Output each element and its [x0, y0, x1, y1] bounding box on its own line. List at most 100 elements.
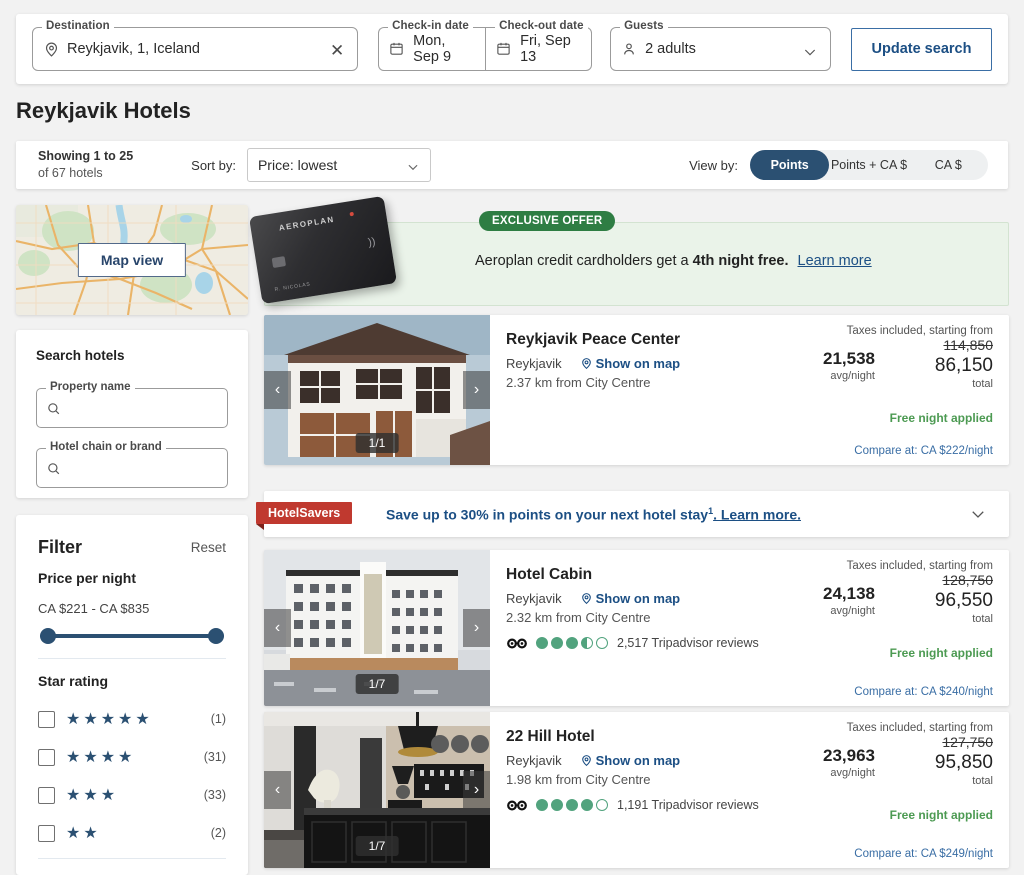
star-filter-checkbox-4[interactable] [38, 749, 55, 766]
contactless-icon: )) [367, 236, 376, 249]
image-counter: 1/7 [356, 674, 399, 694]
star-filter-row-2[interactable]: ★★ (2) [38, 814, 226, 852]
checkout-legend: Check-out date [495, 20, 587, 32]
star-filter-stars-5: ★★★★★ [66, 709, 153, 729]
search-bar: Destination Reykjavik, 1, Iceland ✕ Chec… [16, 14, 1008, 84]
sort-control: Sort by: Price: lowest [191, 148, 431, 182]
price-range-slider[interactable] [40, 628, 224, 644]
filter-header: Filter Reset [38, 537, 226, 558]
property-name-field[interactable]: Property name [36, 388, 228, 428]
rating-circle [581, 799, 593, 811]
location-pin-icon [580, 754, 593, 767]
promo-text-before: Aeroplan credit cardholders get a [475, 253, 693, 269]
view-option-points[interactable]: Points [750, 150, 829, 180]
slider-knob-min[interactable] [40, 628, 56, 644]
results-count: Showing 1 to 25 of 67 hotels [38, 148, 133, 182]
star-filter-count-3: (33) [204, 788, 226, 802]
compare-price-link[interactable]: Compare at: CA $240/night [854, 686, 993, 698]
hotel-city: Reykjavik [506, 591, 562, 606]
calendar-icon [496, 41, 513, 58]
hotel-pricing: Taxes included, starting from 23,963 avg… [663, 722, 993, 822]
divider [38, 858, 226, 859]
hotel-chain-legend: Hotel chain or brand [46, 441, 166, 453]
rating-circle-empty [596, 637, 608, 649]
total-price: 127,750 95,850 total [935, 734, 993, 787]
sort-value: Price: lowest [258, 157, 337, 173]
avg-price: 24,138 avg/night [823, 584, 875, 617]
card-chip-icon [272, 256, 286, 268]
map-preview[interactable]: Map view [16, 205, 248, 315]
rating-circle [566, 799, 578, 811]
image-next-button[interactable]: › [463, 771, 490, 809]
checkin-date-field[interactable]: Check-in date Mon, Sep 9 [378, 27, 485, 71]
free-night-badge: Free night applied [663, 411, 993, 425]
total-price-label: total [935, 613, 993, 625]
hotel-name[interactable]: Reykjavik Peace Center [506, 331, 680, 349]
avg-price-value: 24,138 [823, 584, 875, 604]
total-price-value: 86,150 [935, 355, 993, 377]
page-title: Reykjavik Hotels [16, 98, 191, 124]
hotel-chain-field[interactable]: Hotel chain or brand [36, 448, 228, 488]
promo-text-bold: 4th night free. [693, 253, 789, 269]
person-icon [621, 41, 638, 58]
image-prev-button[interactable]: ‹ [264, 609, 291, 647]
original-price: 127,750 [935, 734, 993, 750]
avg-price: 23,963 avg/night [823, 746, 875, 779]
sort-select[interactable]: Price: lowest [247, 148, 431, 182]
results-header: Showing 1 to 25 of 67 hotels Sort by: Pr… [16, 141, 1008, 189]
promo-learn-more-link[interactable]: Learn more [798, 253, 872, 269]
update-search-button[interactable]: Update search [851, 28, 992, 71]
hotel-image: ‹ › 1/7 [264, 712, 490, 868]
total-price-label: total [935, 775, 993, 787]
showing-range: Showing 1 to 25 [38, 148, 133, 165]
star-filter-row-3[interactable]: ★★★ (33) [38, 776, 226, 814]
image-next-button[interactable]: › [463, 609, 490, 647]
card-brand-label: AEROPLAN [278, 215, 335, 233]
hotel-card[interactable]: ‹ › 1/1 Reykjavik Peace Center Reykjavik… [264, 315, 1009, 465]
taxes-label: Taxes included, starting from [663, 325, 993, 337]
taxes-label: Taxes included, starting from [663, 722, 993, 734]
avg-price-value: 21,538 [823, 349, 875, 369]
destination-value: Reykjavik, 1, Iceland [67, 41, 200, 57]
hotel-card[interactable]: ‹ › 1/7 22 Hill Hotel Reykjavik Show on … [264, 712, 1009, 868]
star-filter-checkbox-2[interactable] [38, 825, 55, 842]
hotel-card[interactable]: ‹ › 1/7 Hotel Cabin Reykjavik Show on ma… [264, 550, 1009, 706]
property-name-legend: Property name [46, 381, 135, 393]
property-name-input[interactable] [67, 401, 218, 416]
view-by-control: View by: Points Points + CA $ CA $ [689, 150, 988, 180]
clear-destination-icon[interactable]: ✕ [327, 40, 347, 60]
destination-field[interactable]: Destination Reykjavik, 1, Iceland ✕ [32, 27, 358, 71]
chevron-down-icon[interactable] [969, 505, 987, 523]
hotelsavers-learn-more-link[interactable]: . Learn more. [713, 506, 801, 522]
avg-price-label: avg/night [823, 605, 875, 617]
slider-track [40, 634, 224, 638]
hotelsavers-message: Save up to 30% in points on your next ho… [386, 506, 708, 522]
star-filter-row-4[interactable]: ★★★★ (31) [38, 738, 226, 776]
original-price: 128,750 [935, 572, 993, 588]
image-prev-button[interactable]: ‹ [264, 771, 291, 809]
search-hotels-panel: Search hotels Property name Hotel chain … [16, 330, 248, 498]
compare-price-link[interactable]: Compare at: CA $249/night [854, 848, 993, 860]
star-filter-row-5[interactable]: ★★★★★ (1) [38, 700, 226, 738]
hotel-chain-input[interactable] [67, 461, 218, 476]
chevron-down-icon[interactable] [802, 44, 818, 60]
view-option-points-cash[interactable]: Points + CA $ [829, 150, 908, 180]
checkout-date-field[interactable]: Check-out date Fri, Sep 13 [485, 27, 592, 71]
star-filter-checkbox-5[interactable] [38, 711, 55, 728]
promo-text: Aeroplan credit cardholders get a 4th ni… [475, 253, 872, 269]
image-next-button[interactable]: › [463, 371, 490, 409]
slider-knob-max[interactable] [208, 628, 224, 644]
map-view-button[interactable]: Map view [78, 243, 186, 277]
view-option-cash[interactable]: CA $ [909, 150, 988, 180]
total-price: 114,850 86,150 total [935, 337, 993, 390]
free-night-badge: Free night applied [663, 808, 993, 822]
search-icon [46, 401, 61, 416]
filter-reset-button[interactable]: Reset [191, 540, 226, 555]
hotelsavers-promo-bar[interactable]: HotelSavers Save up to 30% in points on … [264, 491, 1009, 537]
sort-label: Sort by: [191, 158, 236, 173]
hotel-info: Reykjavik Peace Center Reykjavik Show on… [506, 331, 680, 390]
guests-field[interactable]: Guests 2 adults [610, 27, 831, 71]
star-filter-checkbox-3[interactable] [38, 787, 55, 804]
image-prev-button[interactable]: ‹ [264, 371, 291, 409]
compare-price-link[interactable]: Compare at: CA $222/night [854, 445, 993, 457]
